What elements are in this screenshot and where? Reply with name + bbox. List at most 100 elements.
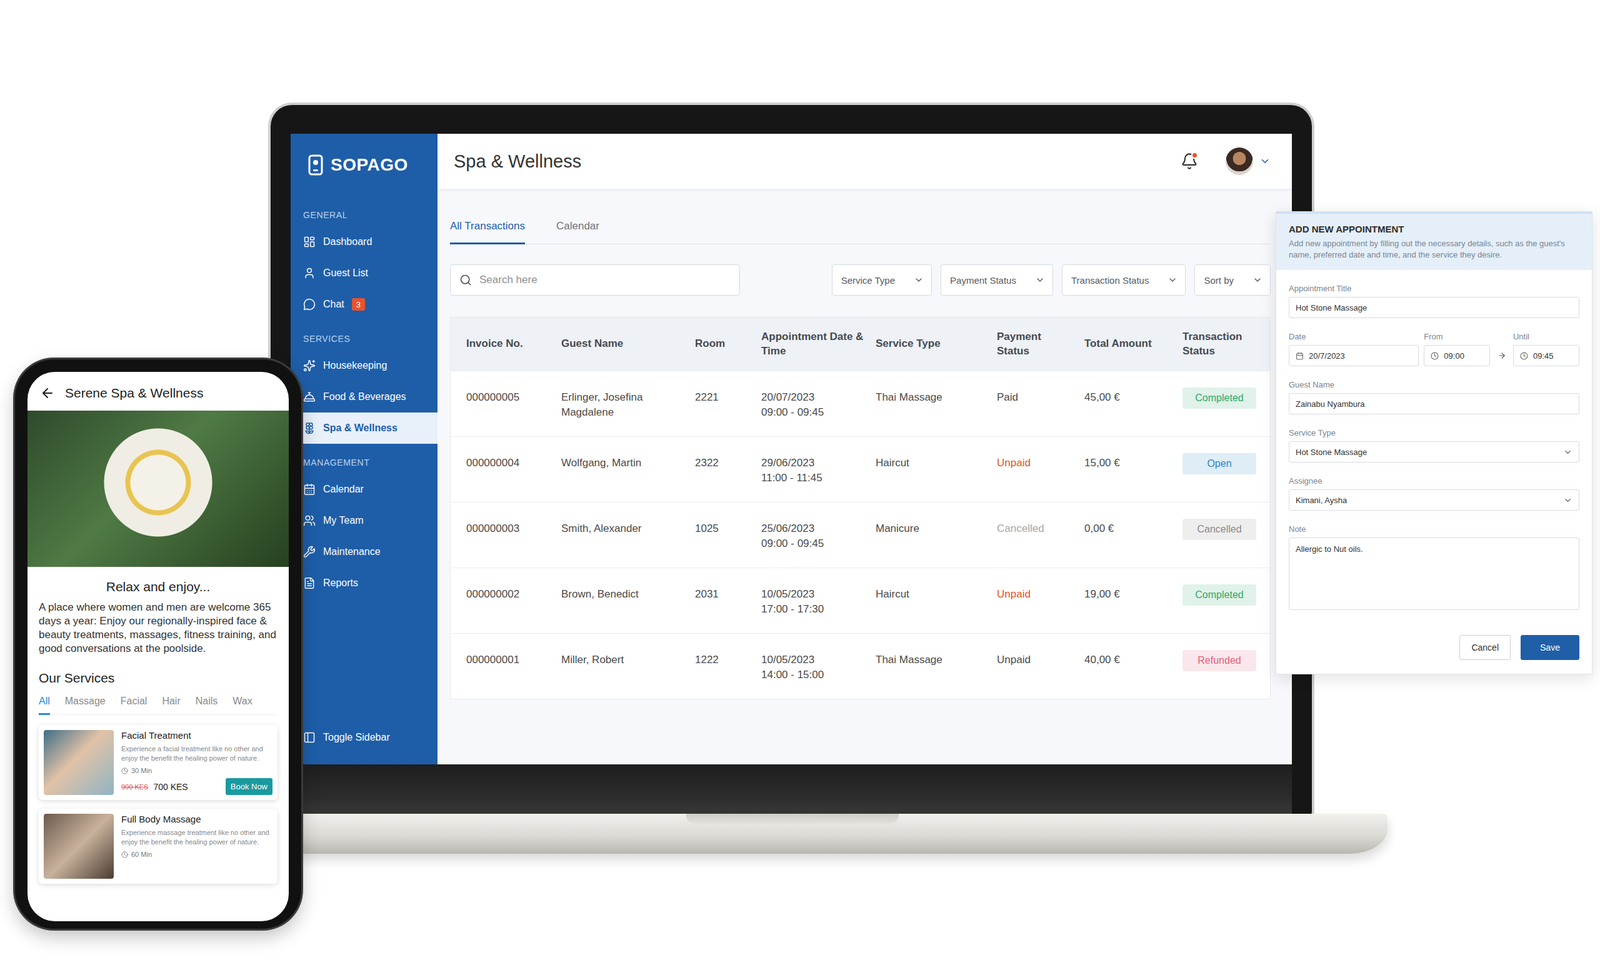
price: 700 KES bbox=[153, 781, 188, 792]
date-time-field: DateFromUntil20/7/202309:0009:45 bbox=[1288, 331, 1580, 367]
notification-button[interactable] bbox=[1180, 152, 1199, 170]
room-cell: 1222 bbox=[695, 652, 762, 668]
laptop: SOPAGOGENERALDashboardGuest ListChat3SER… bbox=[270, 105, 1312, 819]
sidebar-item[interactable]: Guest List bbox=[290, 257, 438, 289]
field-label: Note bbox=[1288, 524, 1580, 534]
housekeeping-icon bbox=[303, 359, 316, 372]
sidebar: SOPAGOGENERALDashboardGuest ListChat3SER… bbox=[290, 133, 438, 765]
laptop-base bbox=[196, 813, 1388, 854]
column-header[interactable]: Guest Name bbox=[561, 336, 695, 352]
date-time-cell: 10/05/202317:00 - 17:30 bbox=[761, 586, 876, 617]
table-header: Invoice No.Guest NameRoomAppointment Dat… bbox=[450, 317, 1270, 371]
service-tab[interactable]: Wax bbox=[232, 695, 252, 715]
sidebar-item[interactable]: Reports bbox=[290, 567, 438, 599]
clock-icon bbox=[121, 851, 129, 859]
column-header[interactable]: Transaction Status bbox=[1182, 330, 1270, 359]
logo-text: SOPAGO bbox=[330, 155, 409, 175]
sidebar-item[interactable]: Food & Beverages bbox=[290, 381, 438, 413]
wrench-icon bbox=[303, 545, 316, 559]
guest-cell: Erlinger, Josefina Magdalene bbox=[561, 390, 695, 420]
save-button[interactable]: Save bbox=[1520, 635, 1580, 660]
field-label: Date bbox=[1288, 331, 1419, 342]
chevron-down-icon bbox=[913, 275, 924, 285]
tab-bar: All Transactions Calendar bbox=[450, 211, 1271, 245]
sidebar-item[interactable]: Housekeeping bbox=[290, 350, 438, 382]
filter-dropdown[interactable]: Payment Status bbox=[940, 264, 1054, 296]
services-title: Our Services bbox=[38, 670, 278, 686]
select-input[interactable]: Hot Stone Massage bbox=[1288, 441, 1580, 463]
table-row[interactable]: 000000001Miller, Robert122210/05/202314:… bbox=[450, 633, 1270, 699]
filter-dropdown[interactable]: Sort by bbox=[1194, 264, 1271, 296]
column-header[interactable]: Service Type bbox=[875, 336, 997, 352]
top-bar: Spa & Wellness bbox=[437, 133, 1292, 189]
select-input[interactable]: Kimani, Aysha bbox=[1288, 489, 1580, 511]
profile-menu[interactable] bbox=[1225, 147, 1271, 175]
service-tab[interactable]: Facial bbox=[120, 695, 148, 715]
search-field[interactable]: Search here bbox=[450, 264, 740, 296]
column-header[interactable]: Total Amount bbox=[1084, 336, 1183, 352]
room-cell: 2221 bbox=[695, 390, 762, 405]
text-input[interactable]: Zainabu Nyambura bbox=[1288, 393, 1580, 415]
phone-content: Relax and enjoy...A place where women an… bbox=[27, 566, 289, 884]
table-row[interactable]: 000000003Smith, Alexander102525/06/20230… bbox=[450, 501, 1270, 568]
logo[interactable]: SOPAGO bbox=[290, 133, 438, 197]
sidebar-item[interactable]: My Team bbox=[290, 505, 438, 537]
guest-cell: Wolfgang, Martin bbox=[561, 455, 695, 471]
column-header[interactable]: Appointment Date & Time bbox=[761, 330, 876, 359]
table-row[interactable]: 000000004Wolfgang, Martin232229/06/20231… bbox=[450, 436, 1270, 502]
time-until-input[interactable]: 09:45 bbox=[1513, 345, 1580, 367]
text-input[interactable]: Hot Stone Massage bbox=[1288, 296, 1580, 319]
range-arrow bbox=[1495, 351, 1509, 360]
sidebar-item[interactable]: Dashboard bbox=[290, 226, 438, 258]
guest-cell: Brown, Benedict bbox=[561, 586, 695, 602]
date-input[interactable]: 20/7/2023 bbox=[1288, 345, 1419, 367]
sidebar-item[interactable]: Maintenance bbox=[290, 536, 438, 568]
column-header[interactable]: Payment Status bbox=[996, 330, 1085, 359]
status-badge: Cancelled bbox=[1182, 518, 1257, 540]
transactions-table: Invoice No.Guest NameRoomAppointment Dat… bbox=[450, 316, 1271, 700]
date-time-cell: 29/06/202311:00 - 11:45 bbox=[761, 455, 876, 486]
main-content: Spa & Wellness All Transactions Calendar Se… bbox=[437, 133, 1292, 765]
book-now-button[interactable]: Book Now bbox=[225, 778, 273, 795]
note-textarea[interactable]: Allergic to Nut oils. bbox=[1288, 537, 1580, 610]
sidebar-item[interactable]: Calendar bbox=[290, 473, 438, 505]
filter-dropdown[interactable]: Service Type bbox=[831, 264, 932, 296]
table-row[interactable]: 000000005Erlinger, Josefina Magdalene222… bbox=[450, 370, 1270, 437]
sidebar-item[interactable]: Chat3 bbox=[290, 288, 438, 320]
total-cell: 0,00 € bbox=[1084, 521, 1183, 537]
transaction-status-cell: Completed bbox=[1182, 390, 1270, 409]
chevron-down-icon bbox=[1167, 275, 1178, 285]
status-badge: Refunded bbox=[1182, 650, 1257, 672]
invoice-cell: 000000001 bbox=[466, 652, 562, 668]
transaction-status-cell: Open bbox=[1182, 455, 1270, 475]
sidebar-item[interactable]: Spa & Wellness bbox=[290, 412, 438, 444]
service-card[interactable]: Facial TreatmentExperience a facial trea… bbox=[38, 725, 278, 800]
spa-icon bbox=[303, 421, 316, 435]
transaction-status-cell: Refunded bbox=[1182, 652, 1270, 672]
form-field: Service TypeHot Stone Massage bbox=[1288, 428, 1580, 463]
service-tab[interactable]: Nails bbox=[195, 695, 219, 715]
table-row[interactable]: 000000002Brown, Benedict203110/05/202317… bbox=[450, 567, 1270, 634]
tab[interactable]: All Transactions bbox=[450, 211, 525, 245]
service-tab[interactable]: Massage bbox=[65, 695, 106, 715]
service-card[interactable]: Full Body MassageExperience massage trea… bbox=[38, 808, 278, 884]
panel-actions: Cancel Save bbox=[1288, 635, 1580, 660]
column-header[interactable]: Invoice No. bbox=[466, 336, 562, 352]
chevron-down-icon bbox=[1563, 495, 1573, 505]
date-time-cell: 10/05/202314:00 - 15:00 bbox=[761, 652, 876, 683]
filter-dropdown[interactable]: Transaction Status bbox=[1061, 264, 1187, 296]
service-tab[interactable]: All bbox=[38, 695, 50, 715]
status-badge: Completed bbox=[1182, 387, 1257, 409]
total-cell: 45,00 € bbox=[1084, 390, 1183, 405]
toggle-sidebar-button[interactable]: Toggle Sidebar bbox=[290, 721, 438, 754]
date-time-cell: 20/07/202309:00 - 09:45 bbox=[761, 390, 876, 420]
page-body: All Transactions Calendar Search here Servi… bbox=[437, 188, 1292, 700]
guest-cell: Smith, Alexander bbox=[561, 521, 695, 537]
tab[interactable]: Calendar bbox=[556, 211, 600, 245]
form-field: AssigneeKimani, Aysha bbox=[1288, 476, 1580, 511]
column-header[interactable]: Room bbox=[695, 336, 762, 352]
service-tab[interactable]: Hair bbox=[161, 695, 180, 715]
back-arrow-icon[interactable] bbox=[40, 385, 55, 401]
time-from-input[interactable]: 09:00 bbox=[1423, 345, 1490, 367]
cancel-button[interactable]: Cancel bbox=[1459, 635, 1511, 660]
